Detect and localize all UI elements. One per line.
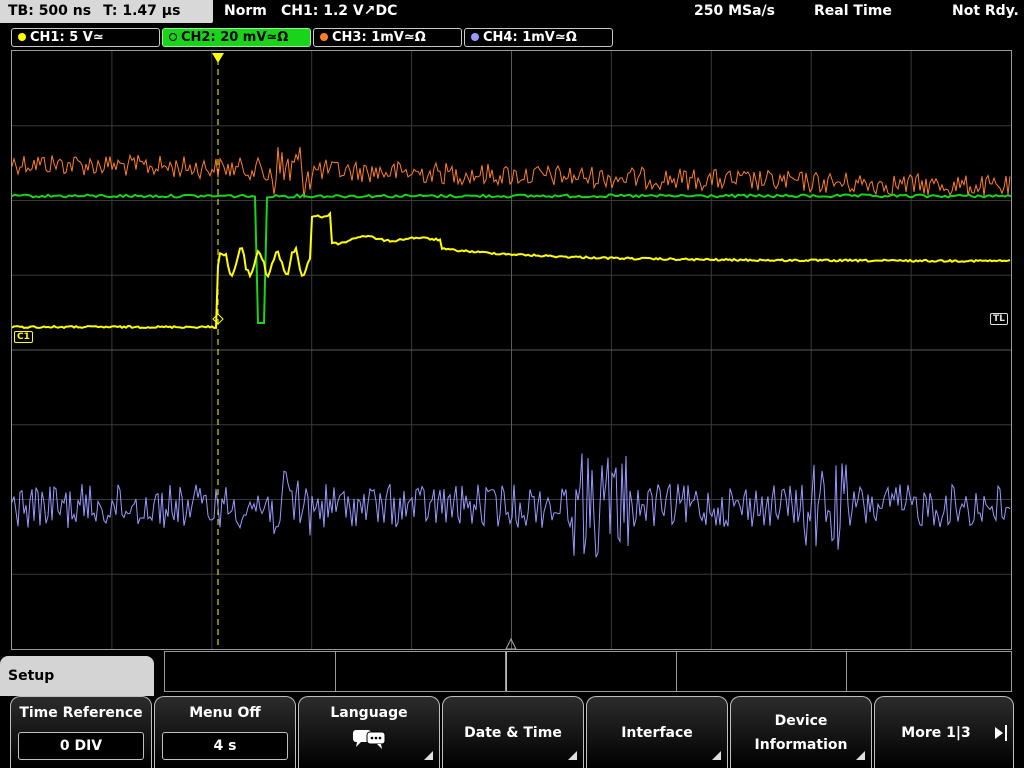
time-reference-button[interactable]: Time Reference 0 DIV [10,696,152,768]
waveform-svg [12,51,1011,649]
next-page-bar-icon [1005,725,1007,741]
date-time-label: Date & Time [464,725,562,741]
channel-tab-ch4[interactable]: CH4: 1mV≃Ω [464,28,613,47]
language-label: Language [330,705,408,721]
date-time-button[interactable]: Date & Time [442,696,584,768]
menu-title: Setup [0,656,154,696]
info-cell [677,652,847,691]
menu-off-label: Menu Off [189,705,261,721]
info-cell [507,652,677,691]
ch1-label: CH1: 5 V≃ [30,30,104,45]
device-info-line2: Information [754,737,848,753]
trigger-time-value: T: 1.47 µs [103,3,181,19]
submenu-corner-icon [424,751,433,760]
time-reference-value[interactable]: 0 DIV [18,732,144,760]
ch3-label: CH3: 1mV≃Ω [332,30,426,45]
interface-label: Interface [621,725,693,741]
status-bar: TB: 500 ns T: 1.47 µs Norm CH1: 1.2 V↗DC … [0,0,1024,24]
more-label: More 1|3 [901,725,971,741]
ch3-dot-icon [320,33,328,41]
info-cell [165,652,336,691]
trigger-mode[interactable]: Norm [224,0,267,23]
trigger-source-value: CH1: 1.2 V [281,3,364,19]
time-reference-label: Time Reference [19,705,143,721]
trigger-position-icon [212,53,224,63]
device-information-button[interactable]: Device Information [730,696,872,768]
channel-tab-ch2[interactable]: CH2: 20 mV≃Ω [162,28,311,47]
channel-tab-ch3[interactable]: CH3: 1mV≃Ω [313,28,462,47]
acquisition-mode[interactable]: Real Time [814,0,892,23]
sample-rate: 250 MSa/s [694,3,776,19]
submenu-corner-icon [712,751,721,760]
rising-edge-icon: ↗ [363,3,376,19]
speech-bubbles-icon [353,730,386,749]
ch4-label: CH4: 1mV≃Ω [483,30,577,45]
channel-tab-ch1[interactable]: CH1: 5 V≃ [11,28,160,47]
trigger-level-marker[interactable]: TL [990,313,1008,325]
ch2-label: CH2: 20 mV≃Ω [181,30,289,45]
submenu-corner-icon [856,751,865,760]
menu-off-button[interactable]: Menu Off 4 s [154,696,296,768]
language-button[interactable]: Language [298,696,440,768]
coupling-value: DC [375,3,398,19]
timebase-box[interactable]: TB: 500 ns T: 1.47 µs [0,0,213,23]
waveform-display[interactable]: C1 TL [11,50,1012,650]
ready-state: Not Rdy. [952,3,1019,19]
ch1-dot-icon [18,33,26,41]
menu-off-value[interactable]: 4 s [162,732,288,760]
info-cell [336,652,506,691]
ch2-dot-icon [169,33,177,41]
submenu-corner-icon [568,751,577,760]
ch4-dot-icon [471,33,479,41]
info-panel [164,651,1012,692]
next-page-arrow-icon [995,727,1003,739]
trigger-source[interactable]: CH1: 1.2 V↗DC [281,0,397,23]
more-button[interactable]: More 1|3 [874,696,1014,768]
timebase-value: TB: 500 ns [8,3,92,19]
ch1-offset-marker[interactable]: C1 [14,331,33,343]
interface-button[interactable]: Interface [586,696,728,768]
device-info-line1: Device [774,713,828,729]
